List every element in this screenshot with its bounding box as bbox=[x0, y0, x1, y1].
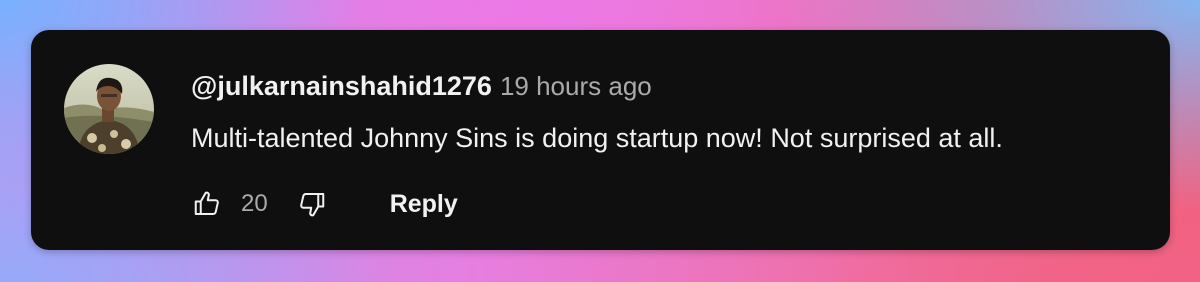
thumbs-down-icon bbox=[299, 193, 324, 217]
like-count: 20 bbox=[241, 190, 268, 217]
comment-header: @julkarnainshahid1276 19 hours ago bbox=[191, 70, 652, 107]
comment-author[interactable]: @julkarnainshahid1276 bbox=[191, 71, 492, 101]
dislike-button[interactable] bbox=[296, 188, 328, 220]
thumbs-up-icon bbox=[194, 191, 219, 215]
reply-button[interactable]: Reply bbox=[390, 190, 458, 219]
comment-timestamp[interactable]: 19 hours ago bbox=[500, 71, 652, 101]
user-avatar-photo bbox=[64, 64, 154, 154]
like-button[interactable] bbox=[191, 188, 223, 220]
comment-card: @julkarnainshahid1276 19 hours ago Multi-… bbox=[31, 30, 1170, 250]
avatar[interactable] bbox=[64, 64, 154, 154]
comment-actions: 20 Reply bbox=[191, 184, 458, 224]
comment-text: Multi-talented Johnny Sins is doing star… bbox=[191, 123, 1003, 153]
